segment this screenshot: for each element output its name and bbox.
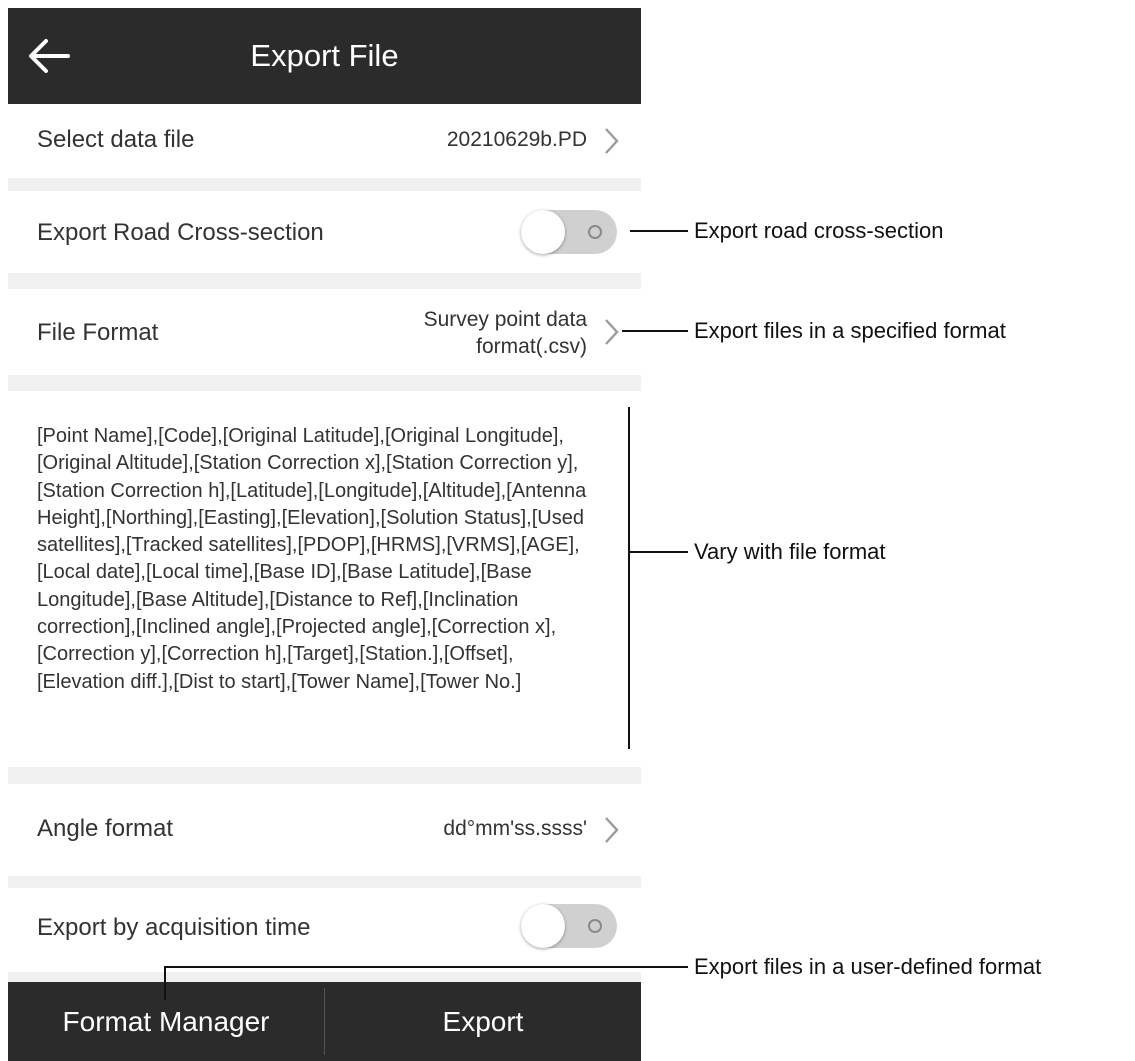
callout-format-manager: Export files in a user-defined format <box>694 954 1042 979</box>
acquisition-time-toggle[interactable] <box>521 904 617 948</box>
file-format-value: Survey point data format(.csv) <box>424 306 587 360</box>
app-bar: Export File <box>8 8 641 104</box>
export-by-acquisition-time-label: Export by acquisition time <box>37 914 311 941</box>
callout-line-format-manager <box>164 966 688 968</box>
export-road-cross-section-label: Export Road Cross-section <box>37 219 324 246</box>
page-title: Export File <box>250 38 399 73</box>
file-format-value-line1: Survey point data <box>423 308 587 331</box>
file-format-label: File Format <box>37 319 159 346</box>
callout-line-fields <box>629 551 688 553</box>
toggle-off-icon <box>588 225 602 239</box>
callout-file-format: Export files in a specified format <box>694 318 1006 343</box>
chevron-right-icon <box>605 319 619 345</box>
angle-format-label: Angle format <box>37 815 174 842</box>
toggle-off-icon <box>588 919 602 933</box>
export-file-screen: Export File Select data file 20210629b.P… <box>8 8 641 1061</box>
callout-fields: Vary with file format <box>694 539 886 564</box>
road-cross-section-toggle[interactable] <box>521 210 617 254</box>
export-road-cross-section-row: Export Road Cross-section <box>8 191 641 273</box>
select-data-file-row[interactable]: Select data file 20210629b.PD <box>8 104 641 178</box>
file-format-value-line2: format(.csv) <box>476 335 587 358</box>
select-data-file-label: Select data file <box>37 126 195 153</box>
callout-line-road-cross-section <box>630 230 688 232</box>
chevron-right-icon <box>605 817 619 843</box>
format-fields-text: [Point Name],[Code],[Original Latitude],… <box>37 425 587 693</box>
bottom-action-bar: Format Manager Export <box>8 982 641 1061</box>
toggle-knob <box>521 904 565 948</box>
data-file-value: 20210629b.PD <box>446 128 587 151</box>
file-format-row[interactable]: File Format Survey point data format(.cs… <box>8 289 641 375</box>
callout-road-cross-section: Export road cross-section <box>694 218 944 243</box>
callout-bracket-fields <box>628 407 630 749</box>
format-manager-button[interactable]: Format Manager <box>8 982 324 1061</box>
chevron-right-icon <box>605 128 619 154</box>
export-by-acquisition-time-row: Export by acquisition time <box>8 888 641 972</box>
callout-line-format-manager-vertical <box>164 966 166 1000</box>
callout-line-file-format <box>622 330 688 332</box>
angle-format-value: dd°mm'ss.ssss' <box>443 817 587 840</box>
export-button[interactable]: Export <box>325 982 641 1061</box>
toggle-knob <box>521 210 565 254</box>
angle-format-row[interactable]: Angle format dd°mm'ss.ssss' <box>8 784 641 876</box>
format-fields-panel: [Point Name],[Code],[Original Latitude],… <box>8 391 641 767</box>
